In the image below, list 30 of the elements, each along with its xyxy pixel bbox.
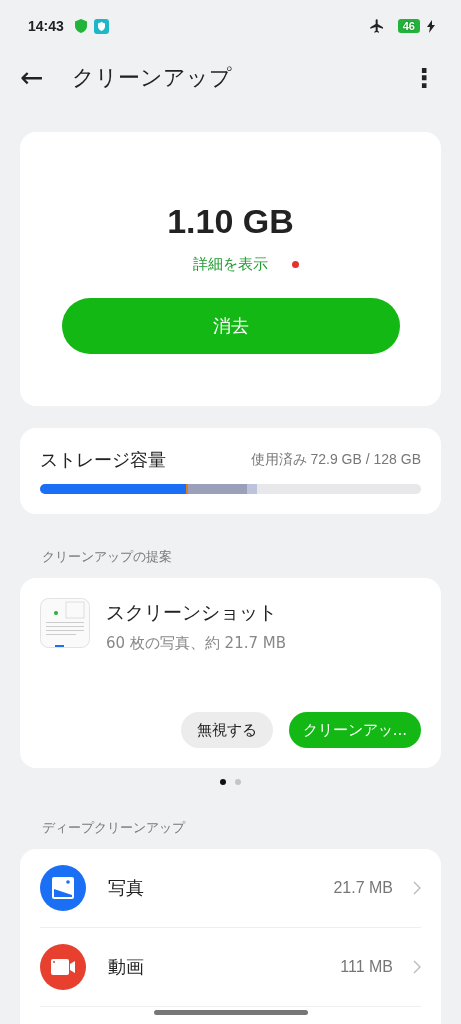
shield-icon [74, 19, 87, 33]
suggestion-subtitle: 60 枚の写真、約 21.7 MB [106, 634, 287, 653]
shield-icon [93, 18, 109, 34]
page-title: クリーンアップ [72, 64, 232, 92]
junk-size: 1.10 GB [167, 202, 294, 241]
section-heading: クリーンアップの提案 [42, 548, 173, 566]
page-indicator-dot[interactable] [235, 779, 241, 785]
home-indicator[interactable] [154, 1010, 308, 1015]
page-indicator-dot[interactable] [220, 779, 226, 785]
charging-icon [427, 19, 435, 33]
battery-indicator: 46 [397, 19, 420, 33]
category-label: 写真 [108, 876, 144, 900]
menu-button[interactable]: ⋮ [411, 63, 437, 93]
category-size: 111 MB [340, 958, 393, 976]
storage-usage: 使用済み 72.9 GB / 128 GB [250, 451, 421, 469]
chevron-right-icon [413, 960, 421, 974]
category-label: 動画 [108, 955, 144, 979]
category-row[interactable]: 写真 21.7 MB [40, 849, 421, 928]
screenshot-thumbnail [40, 598, 90, 648]
ignore-button[interactable]: 無視する [180, 712, 273, 748]
chevron-right-icon [413, 881, 421, 895]
category-row[interactable]: 動画 111 MB [40, 928, 421, 1007]
category-size: 21.7 MB [333, 879, 393, 897]
status-time: 14:43 [28, 18, 64, 34]
storage-title: ストレージ容量 [40, 448, 166, 472]
airplane-icon [368, 18, 385, 34]
suggestion-title: スクリーンショット [106, 600, 278, 625]
section-heading: ディープクリーンアップ [42, 819, 187, 837]
details-link[interactable]: 詳細を表示 [192, 255, 268, 274]
back-button[interactable]: ← [20, 64, 52, 92]
